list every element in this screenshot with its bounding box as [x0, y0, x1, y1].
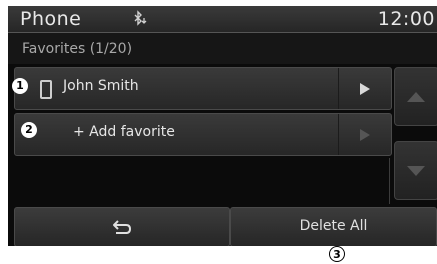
delete-all-label: Delete All [299, 218, 368, 234]
clock: 12:00 [377, 8, 435, 30]
favorites-header: Favorites (1/20) [8, 33, 437, 64]
callout-2: 2 [21, 122, 37, 138]
favorites-count-label: Favorites (1/20) [22, 41, 133, 57]
favorite-details-button[interactable] [338, 68, 391, 109]
favorite-contact-button[interactable]: John Smith [15, 68, 333, 109]
add-favorite-button[interactable]: + Add favorite [15, 114, 333, 155]
scroll-divider [389, 158, 390, 204]
scroll-up-button[interactable] [394, 67, 437, 126]
delete-all-button[interactable]: Delete All [230, 207, 437, 246]
back-arrow-icon [113, 220, 132, 234]
phone-icon [40, 80, 52, 99]
back-button[interactable] [14, 207, 230, 246]
bluetooth-download-icon [134, 10, 147, 26]
status-bar: Phone 12:00 [8, 6, 437, 33]
play-arrow-icon [360, 82, 370, 95]
callout-3: 3 [329, 246, 345, 262]
app-title: Phone [20, 8, 82, 30]
down-arrow-icon [407, 166, 425, 176]
up-arrow-icon [407, 92, 425, 102]
scroll-down-button[interactable] [394, 141, 437, 200]
add-favorite-label: + Add favorite [73, 124, 175, 140]
add-favorite-row[interactable]: + Add favorite [14, 113, 392, 156]
phone-favorites-screen: Phone 12:00 Favorites (1/20) John Smith … [8, 6, 437, 246]
add-favorite-arrow-button [338, 114, 391, 155]
callout-1: 1 [12, 78, 28, 94]
play-arrow-icon [360, 128, 370, 141]
favorite-row-john-smith[interactable]: John Smith [14, 67, 392, 110]
favorite-contact-name: John Smith [63, 78, 139, 94]
